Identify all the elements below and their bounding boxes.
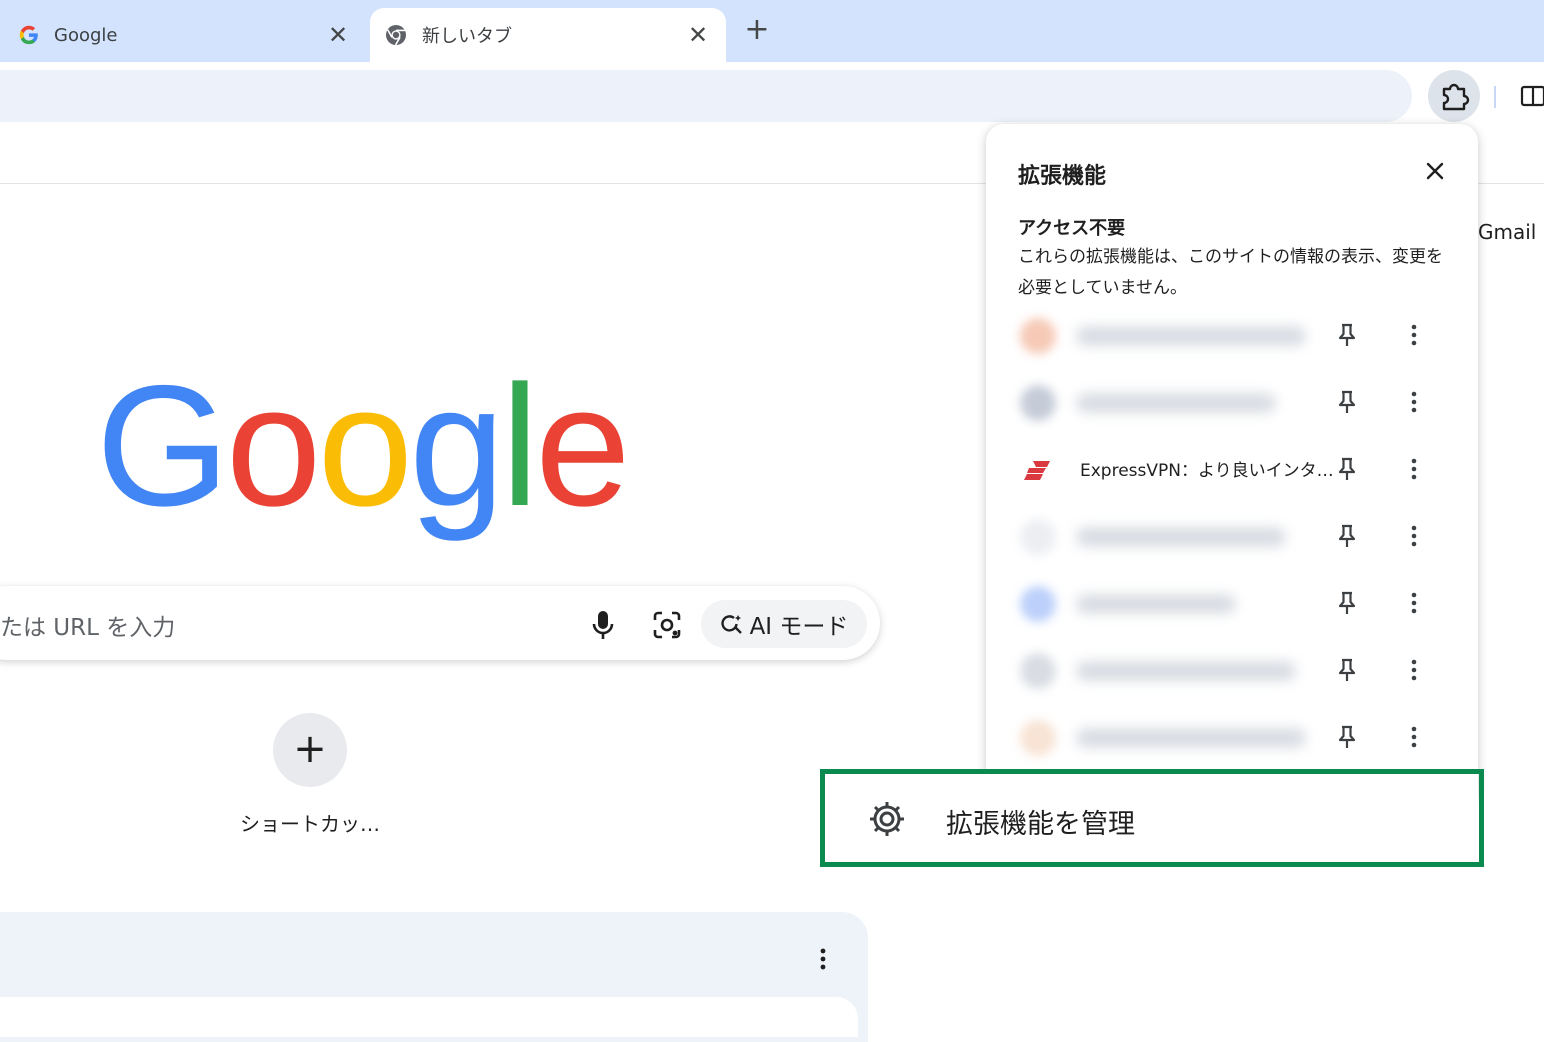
extension-icon	[1020, 519, 1056, 555]
search-input[interactable]: たは URL を入力	[0, 608, 175, 642]
logo-letter: e	[535, 350, 631, 542]
tab-new-tab[interactable]: 新しいタブ ✕	[370, 8, 726, 62]
extension-icon	[1020, 720, 1056, 756]
section-description: これらの拡張機能は、このサイトの情報の表示、変更を必要としていません。	[1018, 247, 1443, 298]
chrome-icon	[386, 25, 406, 46]
close-icon[interactable]: ✕	[684, 21, 712, 49]
more-options-icon[interactable]	[1404, 455, 1424, 483]
more-options-icon[interactable]	[1404, 589, 1424, 617]
extension-item[interactable]: ExpressVPN：より良いインタ…	[1010, 438, 1470, 500]
extension-item[interactable]	[1010, 572, 1470, 634]
extension-icon	[1020, 653, 1056, 689]
side-panel-button[interactable]	[1514, 80, 1544, 112]
tab-title: Google	[54, 24, 118, 46]
extension-name-redacted	[1076, 594, 1236, 614]
google-g-icon	[19, 25, 38, 45]
more-options-icon[interactable]	[810, 944, 836, 974]
pin-icon[interactable]	[1336, 589, 1358, 617]
tab-title: 新しいタブ	[422, 26, 512, 47]
ai-mode-button[interactable]: AI モード	[701, 600, 867, 648]
more-options-icon[interactable]	[1404, 522, 1424, 550]
close-icon[interactable]	[1420, 156, 1450, 186]
extensions-button[interactable]	[1428, 70, 1480, 122]
extension-item[interactable]	[1010, 639, 1470, 701]
more-options-icon[interactable]	[1404, 723, 1424, 751]
extension-item[interactable]	[1010, 706, 1470, 768]
extension-name-redacted	[1076, 527, 1286, 547]
google-logo: Google	[96, 360, 631, 532]
extension-icon	[1020, 385, 1056, 421]
logo-letter: o	[317, 350, 413, 542]
ai-mode-label: AI モード	[749, 614, 849, 640]
pin-icon[interactable]	[1336, 522, 1358, 550]
logo-letter: l	[500, 350, 539, 542]
logo-letter: o	[225, 350, 322, 542]
bottom-card-content	[0, 997, 858, 1037]
pin-icon[interactable]	[1336, 723, 1358, 751]
extension-item[interactable]	[1010, 304, 1470, 366]
tab-google[interactable]: Google ✕	[0, 8, 370, 62]
pin-icon[interactable]	[1336, 656, 1358, 684]
logo-letter: G	[96, 350, 230, 542]
shortcut-label: ショートカッ…	[240, 812, 380, 836]
microphone-icon[interactable]	[588, 608, 618, 642]
more-options-icon[interactable]	[1404, 388, 1424, 416]
extension-item[interactable]	[1010, 371, 1470, 433]
more-options-icon[interactable]	[1404, 656, 1424, 684]
extension-name-redacted	[1076, 728, 1306, 748]
side-panel-icon	[1520, 85, 1544, 107]
extension-name-redacted	[1076, 393, 1276, 413]
expressvpn-icon	[1024, 458, 1054, 482]
extension-icon	[1020, 318, 1056, 354]
address-bar[interactable]	[0, 70, 1412, 122]
highlight-box	[820, 769, 1484, 867]
toolbar-divider	[1494, 86, 1496, 108]
extension-icon	[1020, 586, 1056, 622]
close-icon[interactable]: ✕	[324, 21, 352, 49]
pin-icon[interactable]	[1336, 455, 1358, 483]
extension-item[interactable]	[1010, 505, 1470, 567]
pin-icon[interactable]	[1336, 321, 1358, 349]
popup-title: 拡張機能	[1018, 164, 1107, 189]
new-tab-button[interactable]: +	[740, 14, 774, 48]
extension-name-redacted	[1076, 661, 1296, 681]
camera-search-icon[interactable]	[650, 608, 684, 642]
puzzle-icon	[1442, 83, 1470, 111]
logo-letter: g	[409, 350, 505, 542]
gmail-link[interactable]: Gmail	[1478, 220, 1536, 244]
more-options-icon[interactable]	[1404, 321, 1424, 349]
extension-name-redacted	[1076, 326, 1306, 346]
section-heading: アクセス不要	[1018, 218, 1126, 239]
pin-icon[interactable]	[1336, 388, 1358, 416]
ai-search-icon	[720, 615, 742, 634]
add-shortcut-button[interactable]: +	[273, 713, 347, 787]
extension-name: ExpressVPN：より良いインタ…	[1080, 461, 1334, 481]
